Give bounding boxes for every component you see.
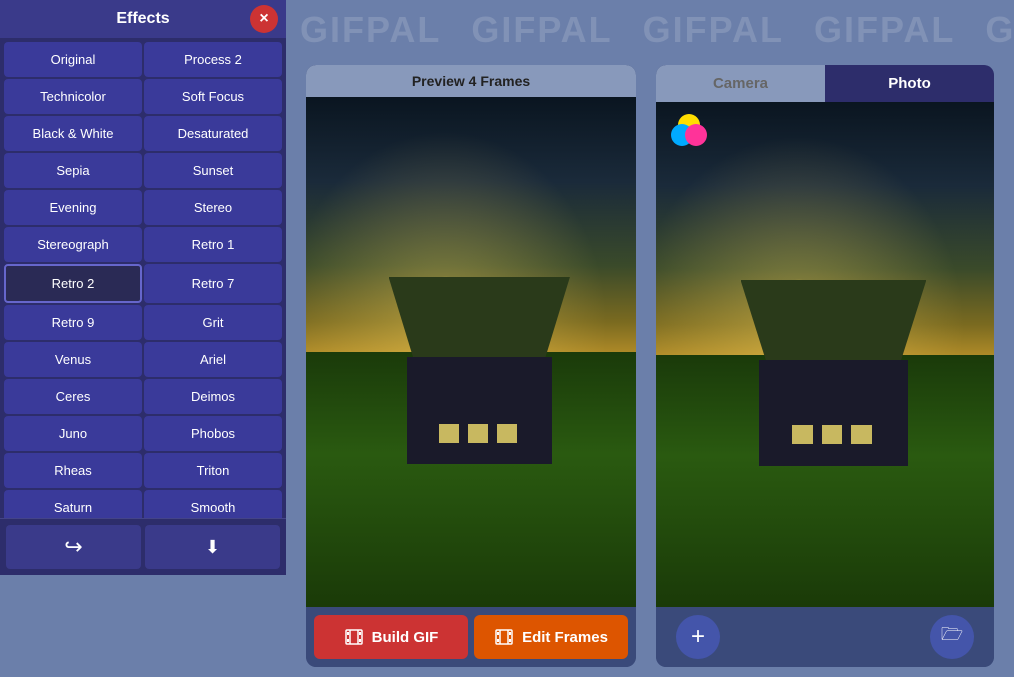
effects-footer: ↪ ⬇ xyxy=(0,518,286,575)
share-button[interactable]: ↪ xyxy=(6,525,141,569)
effects-title: Effects xyxy=(116,10,169,28)
effect-btn-sepia[interactable]: Sepia xyxy=(4,153,142,188)
effect-btn-triton[interactable]: Triton xyxy=(144,453,282,488)
folder-icon: 🗁 xyxy=(941,622,963,652)
effect-btn-evening[interactable]: Evening xyxy=(4,190,142,225)
effect-btn-sunset[interactable]: Sunset xyxy=(144,153,282,188)
effect-btn-soft-focus[interactable]: Soft Focus xyxy=(144,79,282,114)
add-icon: + xyxy=(691,623,705,651)
color-icon xyxy=(671,114,707,150)
save-icon: ⬇ xyxy=(205,537,220,558)
color-circle-magenta xyxy=(685,124,707,146)
house-window-2 xyxy=(468,424,488,443)
close-button[interactable]: × xyxy=(250,5,278,33)
effect-btn-technicolor[interactable]: Technicolor xyxy=(4,79,142,114)
effect-btn-retro2[interactable]: Retro 2 xyxy=(4,264,142,303)
effect-btn-retro7[interactable]: Retro 7 xyxy=(144,264,282,303)
effects-grid: OriginalProcess 2TechnicolorSoft FocusBl… xyxy=(0,38,286,518)
open-folder-button[interactable]: 🗁 xyxy=(930,615,974,659)
edit-frames-label: Edit Frames xyxy=(522,629,608,646)
effect-btn-black-white[interactable]: Black & White xyxy=(4,116,142,151)
build-gif-label: Build GIF xyxy=(372,629,439,646)
house xyxy=(389,286,571,465)
main-content: Preview 4 Frames xyxy=(286,55,1014,677)
effect-btn-retro9[interactable]: Retro 9 xyxy=(4,305,142,340)
house-roof xyxy=(389,277,571,366)
effect-btn-juno[interactable]: Juno xyxy=(4,416,142,451)
watermark: GIFPAL GIFPAL GIFPAL GIFPAL GIFPA xyxy=(280,0,1014,60)
house-window-3 xyxy=(497,424,517,443)
effect-btn-process2[interactable]: Process 2 xyxy=(144,42,282,77)
effect-btn-deimos[interactable]: Deimos xyxy=(144,379,282,414)
effect-btn-venus[interactable]: Venus xyxy=(4,342,142,377)
preview-panel: Preview 4 Frames xyxy=(306,65,636,667)
effect-btn-stereograph[interactable]: Stereograph xyxy=(4,227,142,262)
effect-btn-original[interactable]: Original xyxy=(4,42,142,77)
effect-btn-phobos[interactable]: Phobos xyxy=(144,416,282,451)
effect-btn-retro1[interactable]: Retro 1 xyxy=(144,227,282,262)
photo-image-area xyxy=(656,102,994,607)
preview-header: Preview 4 Frames xyxy=(306,65,636,97)
photo-house-window-2 xyxy=(822,425,843,444)
effect-btn-desaturated[interactable]: Desaturated xyxy=(144,116,282,151)
photo-house xyxy=(741,289,927,466)
effect-btn-smooth[interactable]: Smooth xyxy=(144,490,282,518)
effect-btn-saturn[interactable]: Saturn xyxy=(4,490,142,518)
effects-header: Effects × xyxy=(0,0,286,38)
edit-icon xyxy=(494,627,514,647)
photo-house-roof xyxy=(741,280,927,368)
photo-house-window-3 xyxy=(851,425,872,444)
effect-btn-ceres[interactable]: Ceres xyxy=(4,379,142,414)
photo-house-body xyxy=(759,360,908,466)
effect-btn-stereo[interactable]: Stereo xyxy=(144,190,282,225)
effects-scroll-area[interactable]: OriginalProcess 2TechnicolorSoft FocusBl… xyxy=(0,38,286,518)
preview-scene xyxy=(306,97,636,607)
photo-footer: + 🗁 xyxy=(656,607,994,667)
preview-image xyxy=(306,97,636,607)
tab-photo[interactable]: Photo xyxy=(825,65,994,102)
photo-panel: Camera Photo xyxy=(656,65,994,667)
photo-house-window-1 xyxy=(792,425,813,444)
add-photo-button[interactable]: + xyxy=(676,615,720,659)
preview-footer: Build GIF Edit Frames xyxy=(306,607,636,667)
tab-camera[interactable]: Camera xyxy=(656,65,825,102)
house-body xyxy=(407,357,552,464)
photo-tabs: Camera Photo xyxy=(656,65,994,102)
build-gif-button[interactable]: Build GIF xyxy=(314,615,468,659)
film-icon xyxy=(344,627,364,647)
effect-btn-grit[interactable]: Grit xyxy=(144,305,282,340)
photo-scene xyxy=(656,102,994,607)
edit-frames-button[interactable]: Edit Frames xyxy=(474,615,628,659)
effect-btn-rheas[interactable]: Rheas xyxy=(4,453,142,488)
share-icon: ↪ xyxy=(64,534,82,560)
save-button[interactable]: ⬇ xyxy=(145,525,280,569)
house-window-1 xyxy=(439,424,459,443)
effect-btn-ariel[interactable]: Ariel xyxy=(144,342,282,377)
effects-panel: Effects × OriginalProcess 2TechnicolorSo… xyxy=(0,0,286,575)
